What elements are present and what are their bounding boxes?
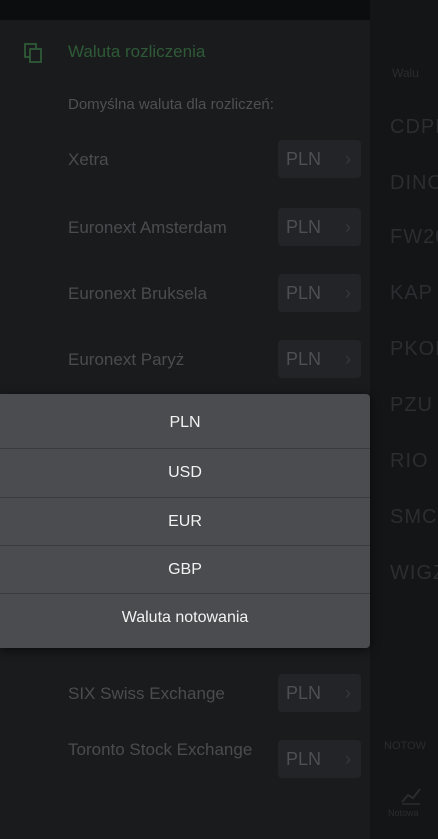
background-list-item: DINO [390,172,438,194]
background-list-item: PZU [390,394,433,416]
chevron-right-icon: › [345,217,351,237]
option-usd[interactable]: USD [0,449,370,497]
exchange-label-euronext-bruksela: Euronext Bruksela [68,284,207,303]
exchange-label-euronext-amsterdam: Euronext Amsterdam [68,218,227,237]
exchange-label-six-swiss: SIX Swiss Exchange [68,684,225,703]
option-eur[interactable]: EUR [0,498,370,546]
currency-button-toronto[interactable]: PLN › [278,740,361,778]
currency-value: PLN [286,283,322,303]
background-list-item: SMC [390,506,438,528]
chevron-right-icon: › [345,349,351,369]
currency-button-euronext-paryz[interactable]: PLN › [278,340,361,378]
currency-value: PLN [286,149,322,169]
chevron-right-icon: › [345,149,351,169]
nav-label: Notowa [388,808,419,818]
option-gbp[interactable]: GBP [0,546,370,594]
currency-value: PLN [286,217,322,237]
currency-button-euronext-amsterdam[interactable]: PLN › [278,208,361,246]
currency-value: PLN [286,749,322,769]
currency-value: PLN [286,349,322,369]
panel-title: Waluta rozliczenia [68,42,206,61]
currency-button-six-swiss[interactable]: PLN › [278,674,361,712]
currency-button-xetra[interactable]: PLN › [278,140,361,178]
currency-dropdown: PLN USD EUR GBP Waluta notowania [0,394,370,648]
currency-value: PLN [286,683,322,703]
panel-subtitle: Domyślna waluta dla rozliczeń: [68,96,274,113]
background-list-item: CDPR [390,116,438,138]
chevron-right-icon: › [345,683,351,703]
chevron-right-icon: › [345,283,351,303]
chevron-right-icon: › [345,749,351,769]
copy-icon [24,43,42,63]
background-header: Walu [392,66,419,80]
exchange-label-euronext-paryz: Euronext Paryż [68,350,185,369]
background-list-item: RIO [390,450,429,472]
option-pln[interactable]: PLN [0,399,370,447]
exchange-label-xetra: Xetra [68,150,109,169]
background-footer: NOTOW [384,740,426,752]
background-list-item: KAP [390,282,434,304]
chart-icon [401,788,421,805]
background-list-item: PKOD [390,338,438,360]
background-list-item: FW20 [390,226,438,248]
option-waluta-notowania[interactable]: Waluta notowania [0,594,370,642]
background-list-item: WIGZ [390,562,438,584]
exchange-label-toronto: Toronto Stock Exchange [68,740,253,759]
currency-button-euronext-bruksela[interactable]: PLN › [278,274,361,312]
